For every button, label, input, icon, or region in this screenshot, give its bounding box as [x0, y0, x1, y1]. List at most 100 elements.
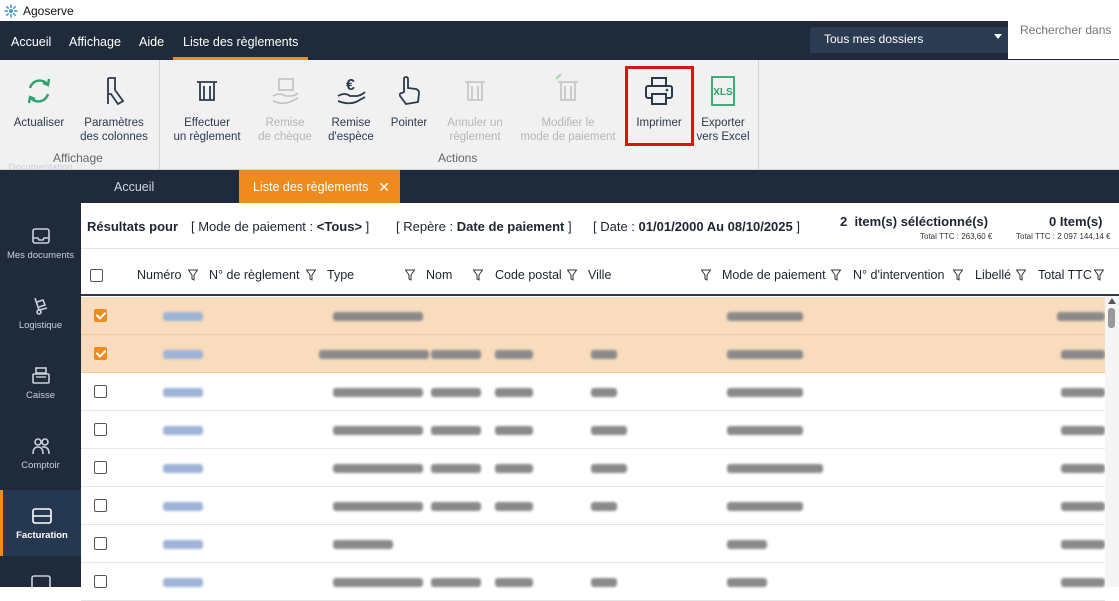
remise-cheque-button[interactable]: Remise de chèque	[254, 74, 316, 144]
filter-icon[interactable]	[701, 269, 711, 281]
inbox-icon	[31, 228, 50, 244]
remise-espece-button[interactable]: € Remise d'espèce	[321, 74, 381, 144]
col-type[interactable]: Type	[327, 268, 354, 282]
nav-documentation-label: Documentation	[8, 162, 73, 173]
filter-icon[interactable]	[567, 269, 577, 281]
redacted-cell[interactable]	[163, 502, 203, 511]
redacted-cell[interactable]	[163, 540, 203, 549]
filter-icon[interactable]	[473, 269, 483, 281]
table-row[interactable]	[81, 449, 1105, 487]
redacted-cell	[727, 350, 803, 359]
redacted-cell	[591, 502, 617, 511]
redacted-cell	[1061, 502, 1105, 511]
modifier-mode-paiement-button[interactable]: Modifier le mode de paiement	[515, 74, 621, 144]
scroll-up-icon[interactable]	[1108, 298, 1116, 304]
filter-icon[interactable]	[405, 269, 415, 281]
row-checkbox[interactable]	[94, 499, 107, 512]
col-ville[interactable]: Ville	[588, 268, 611, 282]
actualiser-button[interactable]: Actualiser	[8, 74, 70, 131]
table-row[interactable]	[81, 525, 1105, 563]
redacted-cell[interactable]	[163, 350, 203, 359]
tab-accueil[interactable]: Accueil	[114, 170, 154, 203]
svg-text:XLS: XLS	[713, 87, 733, 98]
dossier-select[interactable]: Tous mes dossiers	[810, 27, 1008, 53]
table-row[interactable]	[81, 335, 1105, 373]
col-nom[interactable]: Nom	[426, 268, 452, 282]
tab-liste-des-reglements[interactable]: Liste des règlements ✕	[239, 170, 400, 203]
effectuer-reglement-button[interactable]: Effectuer un règlement	[168, 74, 246, 144]
redacted-cell[interactable]	[163, 388, 203, 397]
col-libelle[interactable]: Libellé	[975, 268, 1011, 282]
annuler-reglement-button[interactable]: Annuler un règlement	[440, 74, 510, 144]
search-input[interactable]	[1008, 9, 1119, 59]
menu-affichage[interactable]: Affichage	[69, 21, 121, 60]
select-all-checkbox[interactable]	[90, 269, 103, 282]
dossier-select-value: Tous mes dossiers	[824, 32, 924, 46]
table-row[interactable]	[81, 373, 1105, 411]
redacted-cell[interactable]	[163, 312, 203, 321]
menu-aide[interactable]: Aide	[139, 21, 164, 60]
items-count: 0 Item(s)	[1049, 214, 1103, 229]
nav-caisse-label: Caisse	[25, 390, 56, 401]
row-checkbox[interactable]	[94, 575, 107, 588]
redacted-cell[interactable]	[163, 426, 203, 435]
row-checkbox[interactable]	[94, 461, 107, 474]
effectuer-label-2: un règlement	[173, 130, 241, 143]
col-total-ttc[interactable]: Total TTC	[1038, 268, 1092, 282]
redacted-cell[interactable]	[163, 578, 203, 587]
redacted-cell	[495, 426, 533, 435]
filter-icon[interactable]	[306, 269, 316, 281]
card-icon	[30, 575, 51, 587]
nav-next-item[interactable]	[0, 570, 81, 587]
nav-caisse[interactable]: Caisse	[0, 366, 81, 436]
col-code-postal[interactable]: Code postal	[495, 268, 562, 282]
nav-logistique[interactable]: Logistique	[0, 296, 81, 366]
items-total: Total TTC : 2 097 144,14 €	[1016, 232, 1111, 241]
filter-icon[interactable]	[188, 269, 198, 281]
filter-icon[interactable]	[953, 269, 963, 281]
table-row[interactable]	[81, 563, 1105, 601]
parametres-colonnes-button[interactable]: Paramètres des colonnes	[76, 74, 152, 144]
redacted-cell[interactable]	[163, 464, 203, 473]
table-row[interactable]	[81, 411, 1105, 449]
filter-icon[interactable]	[831, 269, 841, 281]
filter-icon[interactable]	[1016, 269, 1026, 281]
close-icon[interactable]: ✕	[378, 170, 390, 204]
pointer-button[interactable]: Pointer	[387, 74, 431, 131]
menu-liste-des-reglements[interactable]: Liste des règlements	[173, 21, 309, 60]
col-n-reglement[interactable]: N° de règlement	[209, 268, 299, 282]
app-logo-icon	[4, 4, 18, 17]
parametres-label-2: des colonnes	[80, 130, 148, 143]
exporter-excel-button[interactable]: XLS Exporter vers Excel	[694, 74, 752, 144]
ribbon-separator	[159, 60, 160, 170]
vertical-scrollbar[interactable]	[1105, 296, 1119, 587]
redacted-cell	[1061, 540, 1105, 549]
row-checkbox[interactable]	[94, 537, 107, 550]
remise-cheque-label-2: de chèque	[258, 130, 312, 143]
col-numero[interactable]: Numéro	[137, 268, 181, 282]
table-row[interactable]	[81, 297, 1105, 335]
redacted-cell	[727, 312, 803, 321]
print-highlight-box	[625, 66, 694, 146]
row-checkbox[interactable]	[94, 347, 107, 360]
actions-group-label: Actions	[438, 151, 478, 165]
remise-cheque-label-1: Remise	[265, 117, 305, 129]
row-checkbox[interactable]	[94, 423, 107, 436]
filter-icon[interactable]	[1094, 269, 1104, 281]
col-n-intervention[interactable]: N° d'intervention	[853, 268, 944, 282]
table-row[interactable]	[81, 487, 1105, 525]
col-mode-paiement[interactable]: Mode de paiement	[722, 268, 826, 282]
effectuer-label-1: Effectuer	[184, 117, 230, 129]
row-checkbox[interactable]	[94, 385, 107, 398]
row-checkbox[interactable]	[94, 309, 107, 322]
euro-hand-icon: €	[337, 77, 366, 105]
scroll-thumb[interactable]	[1108, 308, 1115, 328]
nav-mes-documents[interactable]: Mes documents	[0, 226, 81, 296]
redacted-cell	[591, 426, 627, 435]
users-icon	[31, 438, 50, 455]
nav-documentation[interactable]: Documentation	[0, 162, 81, 192]
menu-accueil[interactable]: Accueil	[11, 21, 51, 60]
nav-facturation[interactable]: Facturation	[0, 490, 81, 556]
redacted-cell	[727, 464, 823, 473]
ribbon-toolbar: Actualiser Paramètres des colonnes Affic…	[0, 60, 1119, 170]
